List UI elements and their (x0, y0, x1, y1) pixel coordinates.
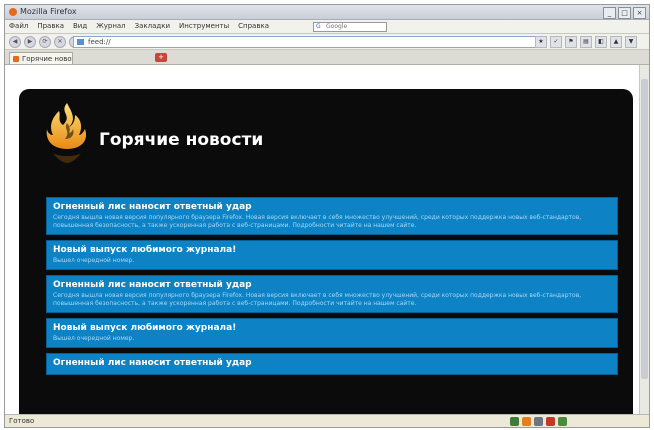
search-box[interactable]: G Google (313, 22, 387, 32)
news-item[interactable]: Новый выпуск любимого журнала! Вышел оче… (46, 240, 618, 270)
news-headline[interactable]: Новый выпуск любимого журнала! (53, 245, 611, 256)
news-item[interactable]: Огненный лис наносит ответный удар Сегод… (46, 197, 618, 235)
window-controls: _ □ × (603, 7, 646, 19)
forward-button[interactable]: ▶ (24, 36, 36, 48)
menu-history[interactable]: Журнал (96, 22, 125, 30)
browser-window: Mozilla Firefox _ □ × Файл Правка Вид Жу… (4, 4, 650, 428)
status-text: Готово (9, 417, 35, 425)
addon-icon[interactable] (558, 417, 567, 426)
menu-view[interactable]: Вид (73, 22, 87, 30)
menu-tools[interactable]: Инструменты (179, 22, 229, 30)
new-tab-button[interactable]: + (155, 53, 167, 62)
news-headline[interactable]: Новый выпуск любимого журнала! (53, 323, 611, 334)
flag-icon[interactable]: ⚑ (565, 36, 577, 48)
status-bar: Готово (5, 414, 649, 427)
address-bar[interactable]: feed:// (73, 36, 544, 48)
layout-icon[interactable]: ◧ (595, 36, 607, 48)
vertical-scrollbar[interactable] (639, 65, 649, 414)
bookmark-icon[interactable]: ★ (535, 36, 547, 48)
scrollbar-thumb[interactable] (641, 79, 648, 379)
news-page: Горячие новости Огненный лис наносит отв… (19, 89, 633, 414)
news-item[interactable]: Огненный лис наносит ответный удар Сегод… (46, 275, 618, 313)
news-text: Сегодня вышла новая версия популярного б… (53, 292, 582, 307)
reload-button[interactable]: ⟳ (39, 36, 51, 48)
flame-logo-icon (46, 103, 87, 163)
news-item[interactable]: Новый выпуск любимого журнала! Вышел оче… (46, 318, 618, 348)
check-icon[interactable]: ✓ (550, 36, 562, 48)
news-headline[interactable]: Огненный лис наносит ответный удар (53, 280, 611, 291)
stop-button[interactable]: ✕ (54, 36, 66, 48)
pencil-icon[interactable] (534, 417, 543, 426)
scroll-up-icon[interactable]: ▲ (610, 36, 622, 48)
back-button[interactable]: ◀ (9, 36, 21, 48)
block-icon[interactable] (546, 417, 555, 426)
rss-icon[interactable] (522, 417, 531, 426)
tab-bar: Горячие новости + (5, 50, 649, 65)
tab-favicon (13, 56, 19, 62)
scroll-down-icon[interactable]: ▼ (625, 36, 637, 48)
site-title: Горячие новости (99, 130, 264, 150)
navigation-toolbar: ◀ ▶ ⟳ ✕ ⌂ feed:// ★ ✓ ⚑ ▤ ◧ ▲ ▼ (5, 34, 649, 50)
shield-icon[interactable] (510, 417, 519, 426)
news-item[interactable]: Огненный лис наносит ответный удар (46, 353, 618, 375)
address-text: feed:// (88, 38, 111, 46)
status-icons (510, 417, 567, 426)
news-text: Вышел очередной номер. (53, 335, 135, 342)
news-headline[interactable]: Огненный лис наносит ответный удар (53, 358, 611, 369)
news-headline[interactable]: Огненный лис наносит ответный удар (53, 202, 611, 213)
page-favicon (77, 39, 84, 45)
title-bar: Mozilla Firefox _ □ × (5, 5, 649, 20)
google-icon: G (316, 23, 321, 30)
toolbar-icons: ★ ✓ ⚑ ▤ ◧ ▲ ▼ (535, 36, 637, 48)
page-viewport: Горячие новости Огненный лис наносит отв… (5, 65, 649, 414)
window-title: Mozilla Firefox (20, 7, 77, 16)
menu-bar: Файл Правка Вид Журнал Закладки Инструме… (5, 20, 649, 34)
news-text: Сегодня вышла новая версия популярного б… (53, 214, 582, 229)
tab-hot-news[interactable]: Горячие новости (9, 52, 73, 64)
tab-label: Горячие новости (22, 55, 72, 63)
menu-edit[interactable]: Правка (37, 22, 64, 30)
close-button[interactable]: × (633, 7, 646, 19)
news-text: Вышел очередной номер. (53, 257, 135, 264)
menu-bookmarks[interactable]: Закладки (135, 22, 170, 30)
search-placeholder: Google (326, 23, 348, 30)
menu-file[interactable]: Файл (9, 22, 28, 30)
firefox-icon (9, 8, 17, 16)
menu-help[interactable]: Справка (238, 22, 269, 30)
news-list: Огненный лис наносит ответный удар Сегод… (46, 197, 618, 380)
minimize-button[interactable]: _ (603, 7, 616, 19)
maximize-button[interactable]: □ (618, 7, 631, 19)
sidebar-icon[interactable]: ▤ (580, 36, 592, 48)
